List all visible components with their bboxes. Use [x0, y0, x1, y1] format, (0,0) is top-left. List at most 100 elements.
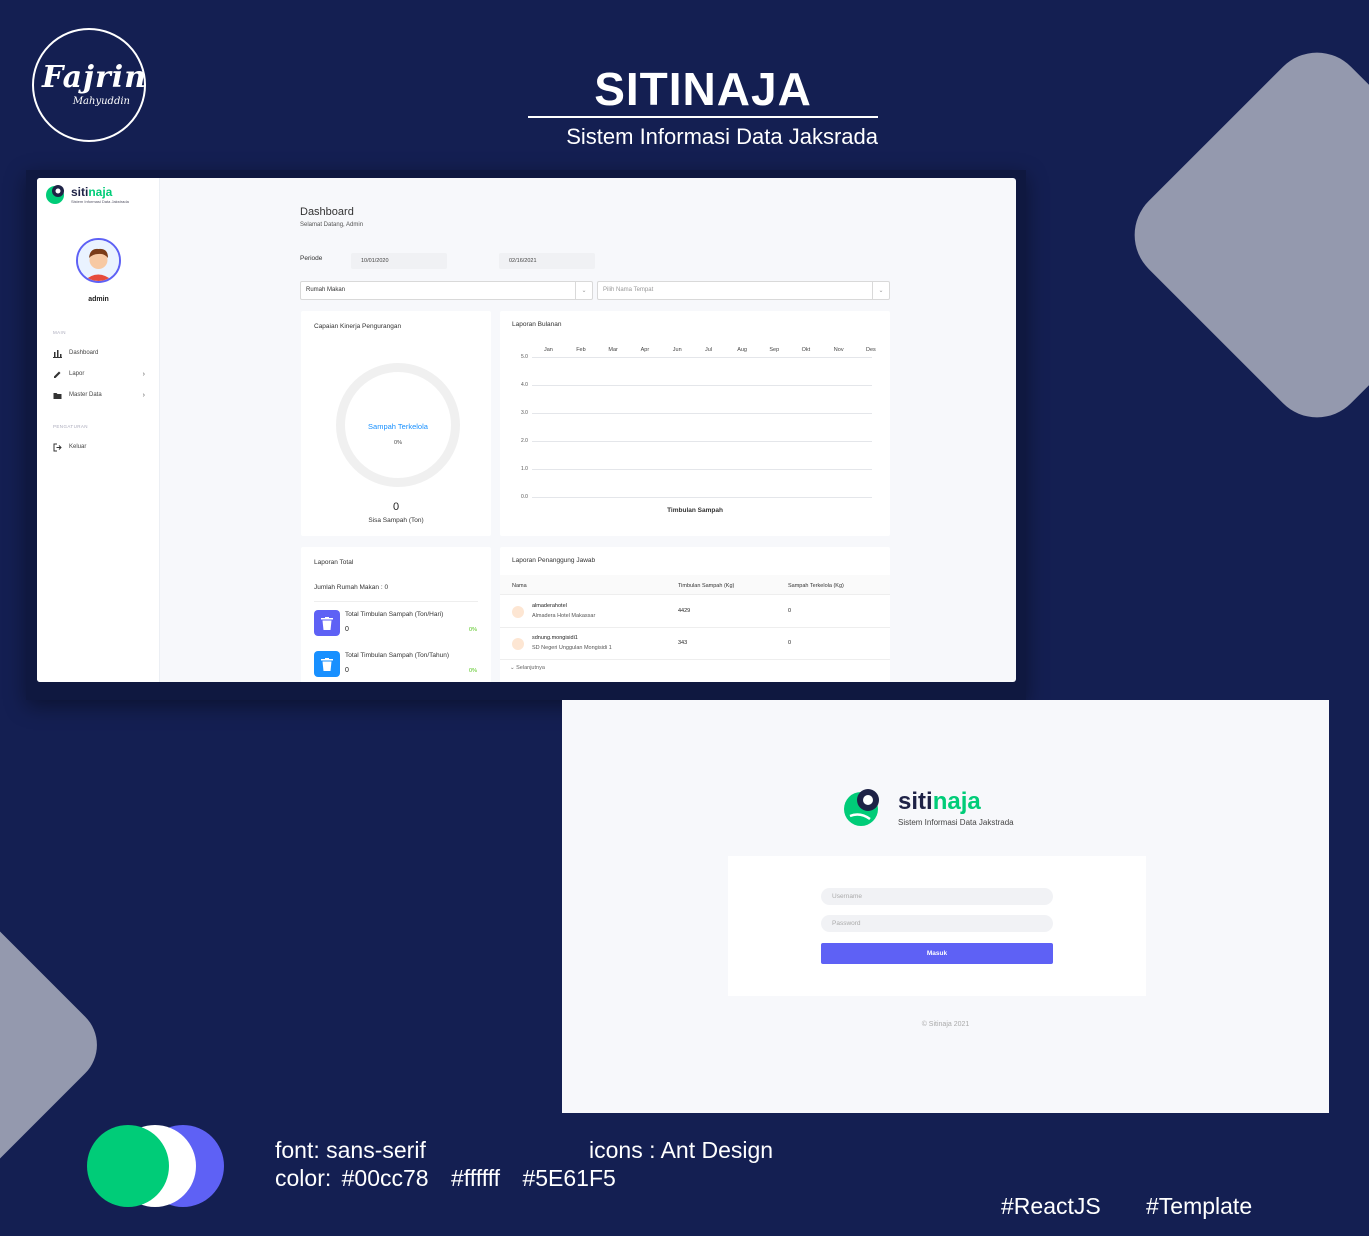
nav-caption-main: MAIN [53, 330, 66, 335]
sisa-sampah-label: Sisa Sampah (Ton) [368, 517, 424, 524]
stat-label: Total Timbulan Sampah (Ton/Tahun) [345, 652, 450, 659]
sidebar-item-label: Keluar [69, 444, 87, 450]
login-logo-tagline: Sistem Informasi Data Jakstrada [898, 817, 1014, 827]
signature-surname: Mahyuddin [72, 96, 130, 107]
hashtag: #Template [1146, 1193, 1253, 1219]
trash-icon [314, 651, 340, 677]
chart-y-tick-label: 0.0 [521, 494, 528, 500]
sidebar-item-label: Master Data [69, 392, 102, 398]
penanggung-jawab-title: Laporan Penanggung Jawab [512, 557, 596, 564]
row-username: almaderahotel [532, 603, 567, 609]
column-header: Timbulan Sampah (Kg) [678, 583, 735, 589]
stat-value: 0 [345, 667, 349, 674]
hero-title: SITINAJA [594, 63, 812, 115]
chart-month-label: Jul [705, 347, 713, 353]
avatar [512, 606, 524, 618]
chart-y-tick-label: 2.0 [521, 438, 528, 444]
periode-label: Periode [300, 255, 323, 262]
row-timbulan: 343 [678, 640, 688, 646]
avatar [512, 638, 524, 650]
hero-subtitle: Sistem Informasi Data Jaksrada [566, 124, 878, 149]
sidebar: sitinaja Sistem Informasi Data Jakstrada… [37, 178, 160, 682]
divider [314, 601, 478, 602]
chart-gridline [532, 469, 872, 470]
date-start-input[interactable]: 10/01/2020 [351, 253, 447, 269]
chart-gridline [532, 385, 872, 386]
chart-month-label: Jun [672, 347, 682, 353]
edit-icon [53, 370, 62, 379]
chart-month-label: Aug [737, 347, 747, 353]
hashtag: #ReactJS [1001, 1193, 1101, 1219]
laporan-total-card: Laporan Total Jumlah Rumah Makan : 0 Tot… [301, 547, 491, 682]
row-place: Almadera Hotel Makassar [532, 613, 596, 619]
chart-y-tick-label: 5.0 [521, 354, 528, 360]
kinerja-card: Capaian Kinerja Pengurangan Sampah Terke… [301, 311, 491, 536]
sitinaja-logo-icon [844, 789, 879, 826]
chart-month-label: Feb [576, 347, 586, 353]
table-row[interactable]: sdnung.mongisidi1 SD Negeri Unggulan Mon… [500, 628, 890, 660]
login-logo-wordmark: sitinaja [898, 787, 981, 815]
penanggung-jawab-card: Laporan Penanggung Jawab Nama Timbulan S… [500, 547, 890, 682]
sidebar-item-lapor[interactable]: Lapor › [53, 368, 145, 380]
stat-percent: 0% [469, 668, 477, 674]
user-name: admin [88, 296, 109, 303]
row-timbulan: 4429 [678, 608, 691, 614]
next-link-label: Selanjutnya [516, 665, 545, 671]
chart-y-tick-label: 3.0 [521, 410, 528, 416]
sitinaja-logo-icon [45, 183, 67, 205]
sidebar-item-master-data[interactable]: Master Data › [53, 389, 145, 401]
app-logo-wordmark: sitinaja [71, 184, 113, 199]
column-header: Nama [512, 583, 527, 589]
signature-name: Fajrin [42, 60, 147, 95]
author-signature-badge: Fajrin Mahyuddin [32, 28, 146, 142]
laporan-bulanan-title: Laporan Bulanan [512, 321, 562, 328]
chart-y-tick-label: 1.0 [521, 466, 528, 472]
password-input[interactable] [821, 915, 1053, 932]
date-end-input[interactable]: 02/16/2021 [499, 253, 595, 269]
page-subtitle: Selamat Datang, Admin [300, 222, 364, 228]
chart-y-tick-label: 4.0 [521, 382, 528, 388]
sisa-sampah-value: 0 [392, 501, 400, 513]
stat-label: Total Timbulan Sampah (Ton/Hari) [345, 611, 444, 618]
chart-month-label: Jan [544, 347, 553, 353]
sidebar-item-label: Lapor [69, 371, 85, 377]
chevron-down-icon: ⌄ [872, 282, 889, 299]
next-link[interactable]: ⌄ Selanjutnya [510, 665, 545, 671]
table-row[interactable]: almaderahotel Almadera Hotel Makassar 44… [500, 596, 890, 628]
chevron-right-icon: › [142, 370, 145, 378]
chart-month-label: Okt [801, 347, 811, 353]
trash-icon [314, 610, 340, 636]
laporan-bulanan-card: Laporan Bulanan Jan Feb Mar Apr Jun Jul Aug Sep… [500, 311, 890, 536]
sidebar-item-logout[interactable]: Keluar [53, 441, 145, 453]
column-header: Sampah Terkelola (Kg) [788, 583, 844, 589]
chart-gridline [532, 441, 872, 442]
laporan-total-title: Laporan Total [314, 559, 354, 566]
jumlah-rumah-makan: Jumlah Rumah Makan : 0 [314, 584, 389, 591]
folder-icon [53, 391, 62, 400]
app-logo[interactable]: sitinaja Sistem Informasi Data Jakstrada [45, 183, 129, 205]
username-input[interactable] [821, 888, 1053, 905]
chart-gridline [532, 357, 872, 358]
nav-caption-settings: PENGATURAN [53, 424, 88, 429]
chart-month-label: Sep [769, 347, 780, 353]
chevron-down-icon: ⌄ [510, 665, 515, 671]
stat-value: 0 [345, 626, 349, 633]
row-terkelola: 0 [788, 640, 792, 646]
place-select[interactable]: Pilih Nama Tempat ⌄ [597, 281, 890, 300]
sidebar-item-dashboard[interactable]: Dashboard [53, 347, 145, 359]
login-button[interactable]: Masuk [821, 943, 1053, 964]
dashboard-main: Dashboard Selamat Datang, Admin Periode … [161, 178, 1016, 682]
login-footer: © Sitinaja 2021 [921, 1021, 970, 1028]
decorative-diamond [1114, 32, 1369, 438]
chart-gridline [532, 413, 872, 414]
row-terkelola: 0 [788, 608, 792, 614]
row-place: SD Negeri Unggulan Mongisidi 1 [532, 645, 612, 651]
sidebar-item-label: Dashboard [69, 350, 99, 356]
avatar[interactable] [76, 238, 121, 283]
login-logo: sitinaja Sistem Informasi Data Jakstrada [844, 786, 1014, 828]
login-form: Masuk [728, 856, 1146, 996]
page-title: Dashboard [300, 206, 354, 218]
row-username: sdnung.mongisidi1 [532, 635, 578, 641]
category-select[interactable]: Rumah Makan ⌄ [300, 281, 593, 300]
chart-x-axis-label: Timbulan Sampah [667, 507, 723, 514]
